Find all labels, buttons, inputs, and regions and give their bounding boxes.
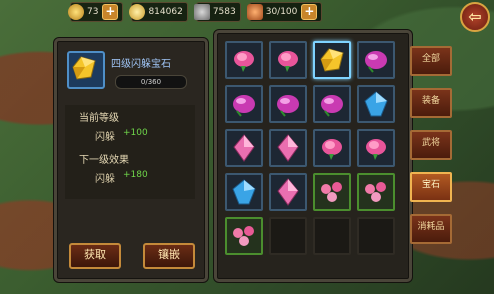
inventory-slot[interactable] — [357, 85, 395, 123]
inventory-slot[interactable] — [225, 41, 263, 79]
yellow-gem-icon — [320, 48, 344, 72]
pink-flowers-icon — [321, 182, 342, 202]
tab-2[interactable]: 武将 — [410, 130, 452, 160]
pink-flowers-icon — [233, 226, 254, 246]
empty-inventory-slot[interactable] — [357, 217, 395, 255]
next-level-section: 下一级效果 闪躲 +180 — [65, 147, 195, 199]
pink-rose-icon — [366, 139, 386, 160]
empty-inventory-slot[interactable] — [313, 217, 351, 255]
back-button[interactable]: ⇦ — [460, 2, 490, 32]
inventory-slot[interactable] — [313, 129, 351, 167]
resource-bar: 73 + 814062 7583 30/100 + — [68, 2, 323, 22]
blue-gem-icon — [364, 91, 388, 117]
tab-1[interactable]: 装备 — [410, 88, 452, 118]
item-detail-panel: 四级闪躲宝石 0/360 当前等级 闪躲 +100 下一级效果 闪躲 +180 … — [54, 38, 208, 282]
gold-ingot-value: 73 — [87, 7, 99, 17]
hammer-resource: 7583 — [193, 2, 241, 22]
magenta-gem-icon — [321, 95, 343, 117]
next-level-title: 下一级效果 — [79, 155, 129, 166]
tab-0[interactable]: 全部 — [410, 46, 452, 76]
tab-4[interactable]: 消耗品 — [410, 214, 452, 244]
inventory-slot[interactable] — [357, 173, 395, 211]
gold-ingot-resource: 73 + — [68, 2, 124, 22]
back-arrow-icon: ⇦ — [468, 7, 482, 26]
pink-crystal-icon — [233, 134, 255, 162]
yellow-gem-icon — [72, 56, 96, 80]
coin-value: 814062 — [148, 7, 183, 17]
pink-rose-icon — [322, 139, 342, 160]
coin-icon — [129, 4, 146, 20]
inventory-slot[interactable] — [269, 85, 307, 123]
add-food-button[interactable]: + — [301, 4, 318, 20]
add-gold-button[interactable]: + — [102, 4, 119, 20]
inventory-slot[interactable] — [313, 85, 351, 123]
inventory-slot[interactable] — [225, 85, 263, 123]
inventory-slot[interactable] — [357, 41, 395, 79]
next-stat-name: 闪躲 — [95, 174, 115, 185]
empty-inventory-slot[interactable] — [269, 217, 307, 255]
hammer-icon — [193, 4, 210, 20]
category-tabs: 全部装备武将宝石消耗品 — [410, 46, 452, 244]
gold-ingot-icon — [68, 4, 84, 20]
pink-crystal-icon — [277, 134, 299, 162]
current-stat-value: +100 — [123, 128, 148, 138]
item-progress-bar: 0/360 — [115, 75, 187, 89]
food-resource: 30/100 + — [246, 2, 323, 22]
current-stat-name: 闪躲 — [95, 132, 115, 143]
inventory-slot[interactable] — [225, 129, 263, 167]
pink-rose-icon — [278, 51, 298, 72]
current-level-title: 当前等级 — [79, 113, 119, 124]
obtain-button[interactable]: 获取 — [69, 243, 121, 269]
inventory-slot[interactable] — [225, 173, 263, 211]
coin-resource: 814062 — [129, 2, 188, 22]
inventory-slot[interactable] — [269, 129, 307, 167]
inventory-panel — [214, 30, 412, 282]
food-value: 30/100 — [265, 7, 298, 17]
inventory-grid — [225, 41, 395, 255]
inventory-slot[interactable] — [269, 41, 307, 79]
item-name: 四级闪躲宝石 — [111, 59, 171, 70]
inventory-slot[interactable] — [269, 173, 307, 211]
inventory-slot[interactable] — [357, 129, 395, 167]
inventory-slot[interactable] — [313, 173, 351, 211]
inventory-slot[interactable] — [313, 41, 351, 79]
blue-gem-icon — [232, 179, 256, 205]
pink-crystal-icon — [277, 178, 299, 206]
inventory-slot[interactable] — [225, 217, 263, 255]
magenta-gem-icon — [277, 95, 299, 117]
next-stat-value: +180 — [123, 170, 148, 180]
inlay-button[interactable]: 镶嵌 — [143, 243, 195, 269]
tab-3[interactable]: 宝石 — [410, 172, 452, 202]
food-icon — [246, 4, 263, 20]
hammer-value: 7583 — [212, 7, 236, 17]
pink-flowers-icon — [365, 182, 386, 202]
magenta-gem-icon — [233, 95, 255, 117]
pink-rose-icon — [234, 51, 254, 72]
selected-item-icon — [67, 51, 105, 89]
magenta-gem-icon — [365, 51, 387, 73]
